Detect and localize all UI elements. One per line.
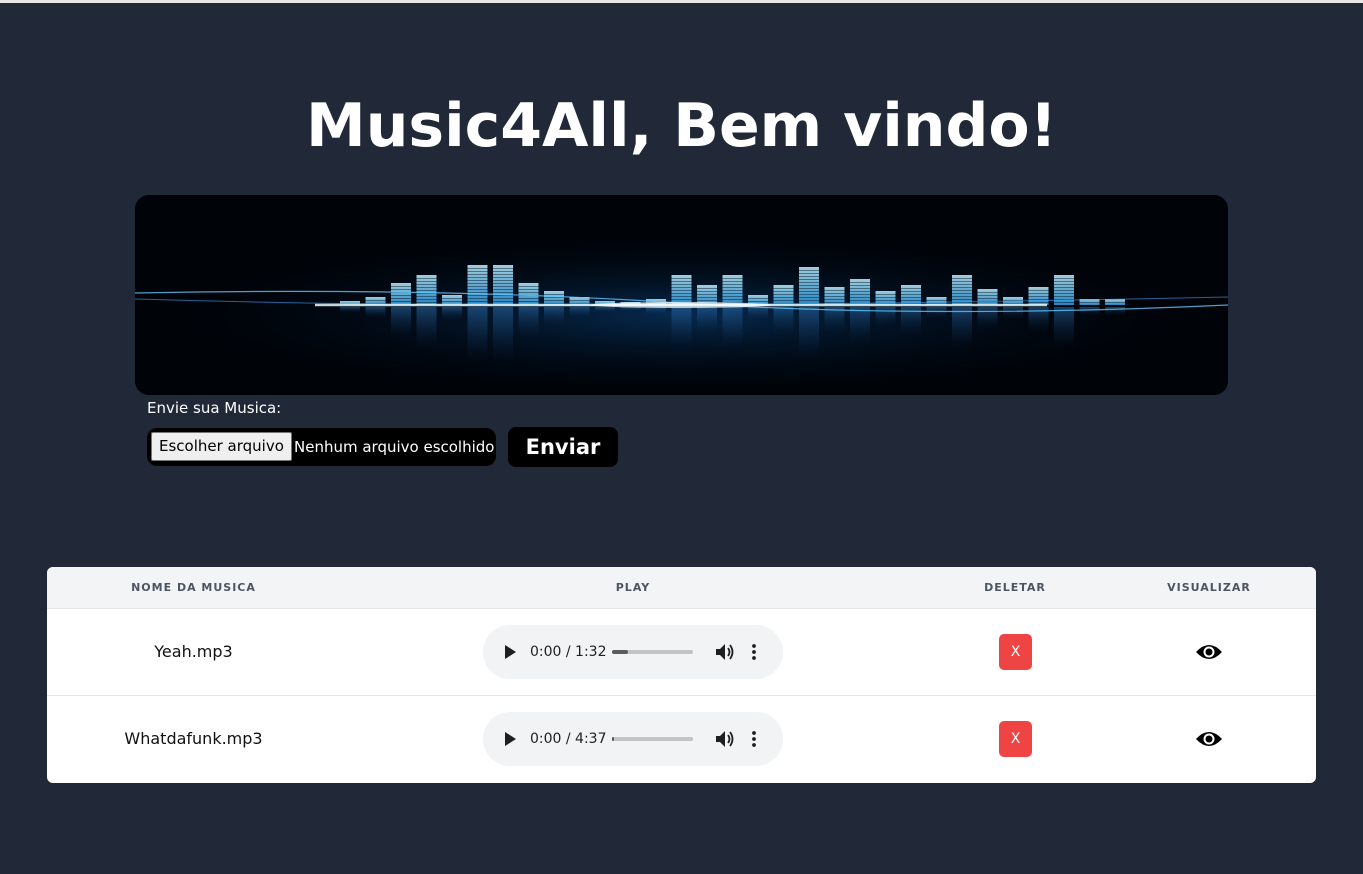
volume-icon[interactable] bbox=[715, 643, 735, 661]
eye-icon[interactable] bbox=[1195, 727, 1223, 751]
table-header: NOME DA MUSICA PLAY DELETAR VISUALIZAR bbox=[47, 567, 1316, 609]
column-header-play: PLAY bbox=[615, 581, 651, 594]
audio-player: 0:00 / 1:32 bbox=[483, 625, 783, 679]
progress-fill bbox=[612, 737, 614, 741]
progress-slider[interactable] bbox=[612, 737, 693, 741]
upload-label: Envie sua Musica: bbox=[147, 399, 282, 417]
progress-fill bbox=[612, 650, 629, 654]
play-icon[interactable] bbox=[504, 732, 516, 746]
audio-player: 0:00 / 4:37 bbox=[483, 712, 783, 766]
progress-slider[interactable] bbox=[612, 650, 693, 654]
file-status-text: Nenhum arquivo escolhido bbox=[294, 438, 495, 456]
column-header-delete: DELETAR bbox=[984, 581, 1046, 594]
delete-button[interactable]: X bbox=[999, 721, 1032, 757]
file-input[interactable]: Escolher arquivo Nenhum arquivo escolhid… bbox=[147, 428, 496, 466]
more-options-icon[interactable] bbox=[751, 730, 757, 748]
music-table: NOME DA MUSICA PLAY DELETAR VISUALIZAR Y… bbox=[47, 567, 1316, 783]
song-name: Whatdafunk.mp3 bbox=[124, 729, 263, 748]
column-header-name: NOME DA MUSICA bbox=[131, 581, 256, 594]
table-row: Yeah.mp3 0:00 / 1:32 X bbox=[47, 609, 1316, 696]
column-header-view: VISUALIZAR bbox=[1167, 581, 1251, 594]
song-name: Yeah.mp3 bbox=[154, 642, 233, 661]
send-button[interactable]: Enviar bbox=[508, 427, 618, 467]
time-display: 0:00 / 1:32 bbox=[530, 644, 607, 660]
equalizer-banner-image bbox=[135, 195, 1228, 395]
choose-file-button[interactable]: Escolher arquivo bbox=[151, 432, 292, 461]
page-title: Music4All, Bem vindo! bbox=[305, 91, 1058, 161]
volume-icon[interactable] bbox=[715, 730, 735, 748]
more-options-icon[interactable] bbox=[751, 643, 757, 661]
time-display: 0:00 / 4:37 bbox=[530, 731, 607, 747]
play-icon[interactable] bbox=[504, 645, 516, 659]
delete-button[interactable]: X bbox=[999, 634, 1032, 670]
eye-icon[interactable] bbox=[1195, 640, 1223, 664]
top-border bbox=[0, 0, 1363, 3]
table-row: Whatdafunk.mp3 0:00 / 4:37 X bbox=[47, 696, 1316, 782]
